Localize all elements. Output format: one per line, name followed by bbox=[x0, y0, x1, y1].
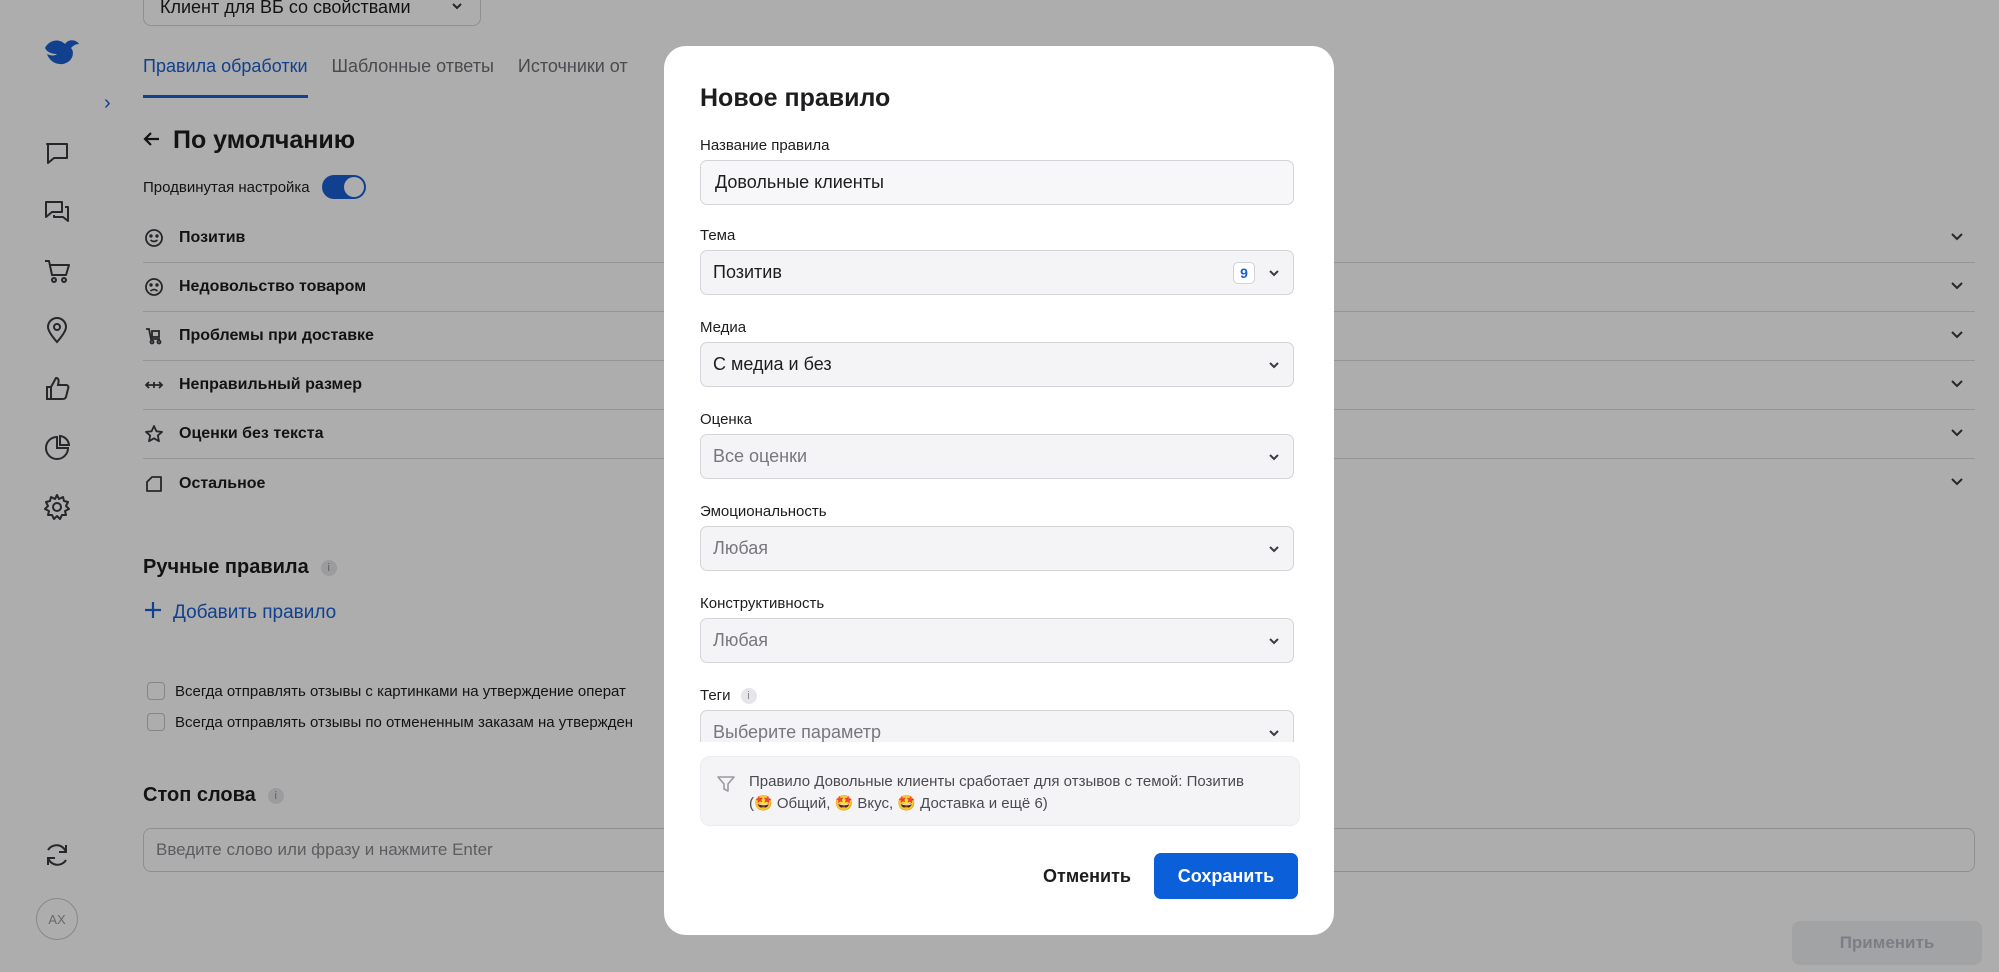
rule-name-value: Довольные клиенты bbox=[715, 172, 884, 192]
emotion-select[interactable]: Любая bbox=[700, 526, 1294, 571]
tags-select-placeholder: Выберите параметр bbox=[713, 722, 882, 742]
rule-name-input[interactable]: Довольные клиенты bbox=[700, 160, 1294, 205]
tags-label-row: Теги i bbox=[700, 687, 757, 704]
media-select[interactable]: С медиа и без bbox=[700, 342, 1294, 387]
chevron-down-icon bbox=[1267, 634, 1281, 648]
media-select-value: С медиа и без bbox=[713, 354, 832, 374]
filter-icon bbox=[715, 773, 737, 795]
media-label: Медиа bbox=[700, 319, 747, 336]
rating-select-placeholder: Все оценки bbox=[713, 446, 808, 466]
constructive-label: Конструктивность bbox=[700, 595, 825, 612]
cancel-button[interactable]: Отменить bbox=[1012, 853, 1162, 899]
topic-count-badge: 9 bbox=[1233, 261, 1255, 284]
rule-name-label: Название правила bbox=[700, 137, 830, 154]
new-rule-dialog: Новое правило Название правила Довольные… bbox=[664, 46, 1334, 935]
chevron-down-icon bbox=[1267, 358, 1281, 372]
chevron-down-icon bbox=[1267, 726, 1281, 740]
chevron-down-icon bbox=[1267, 542, 1281, 556]
chevron-down-icon bbox=[1267, 450, 1281, 464]
rating-label: Оценка bbox=[700, 411, 752, 428]
hint-line-1: Правило Довольные клиенты сработает для … bbox=[749, 773, 1245, 790]
topic-label: Тема bbox=[700, 227, 736, 244]
emotion-select-placeholder: Любая bbox=[713, 538, 768, 558]
constructive-select-placeholder: Любая bbox=[713, 630, 768, 650]
save-button[interactable]: Сохранить bbox=[1154, 853, 1298, 899]
emotion-label: Эмоциональность bbox=[700, 503, 827, 520]
dialog-title: Новое правило bbox=[700, 84, 891, 112]
chevron-down-icon bbox=[1267, 266, 1281, 280]
constructive-select[interactable]: Любая bbox=[700, 618, 1294, 663]
topic-select-value: Позитив bbox=[713, 262, 782, 282]
hint-line-2: (🤩 Общий, 🤩 Вкус, 🤩 Доставка и ещё 6) bbox=[749, 795, 1048, 812]
rule-summary-hint: Правило Довольные клиенты сработает для … bbox=[700, 756, 1300, 826]
tags-label: Теги bbox=[700, 687, 731, 704]
rating-select[interactable]: Все оценки bbox=[700, 434, 1294, 479]
topic-select[interactable]: Позитив 9 bbox=[700, 250, 1294, 295]
info-icon[interactable]: i bbox=[740, 687, 757, 704]
